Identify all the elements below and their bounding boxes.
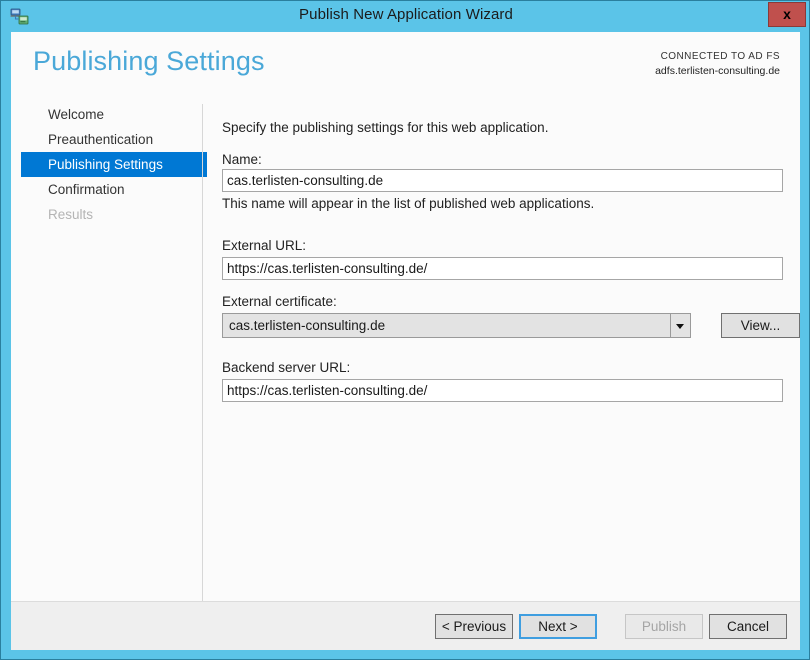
- close-button[interactable]: x: [768, 2, 806, 27]
- wizard-window: Publish New Application Wizard x Publish…: [0, 0, 810, 660]
- backend-server-url-label: Backend server URL:: [222, 360, 351, 375]
- connected-label: CONNECTED TO AD FS: [660, 51, 780, 62]
- external-url-input[interactable]: [222, 257, 783, 280]
- external-url-label: External URL:: [222, 238, 307, 253]
- external-certificate-dropdown[interactable]: cas.terlisten-consulting.de: [222, 313, 691, 338]
- instruction-text: Specify the publishing settings for this…: [222, 120, 549, 135]
- wizard-steps-sidebar: Welcome Preauthentication Publishing Set…: [11, 102, 207, 602]
- connection-info: CONNECTED TO AD FS adfs.terlisten-consul…: [655, 50, 780, 78]
- sidebar-item-preauthentication[interactable]: Preauthentication: [21, 127, 207, 152]
- sidebar-item-results: Results: [48, 207, 94, 222]
- previous-button[interactable]: < Previous: [435, 614, 513, 639]
- connected-server: adfs.terlisten-consulting.de: [655, 65, 780, 77]
- publish-button: Publish: [625, 614, 703, 639]
- next-button[interactable]: Next >: [519, 614, 597, 639]
- client-area: Publishing Settings CONNECTED TO AD FS a…: [11, 32, 800, 650]
- footer-bar: < Previous Next > Publish Cancel: [11, 602, 800, 650]
- backend-server-url-input[interactable]: [222, 379, 783, 402]
- name-input[interactable]: [222, 169, 783, 192]
- sidebar-item-welcome[interactable]: Welcome: [21, 102, 207, 127]
- wizard-header: Publishing Settings CONNECTED TO AD FS a…: [11, 32, 800, 98]
- view-certificate-button[interactable]: View...: [721, 313, 800, 338]
- external-certificate-label: External certificate:: [222, 294, 337, 309]
- name-hint: This name will appear in the list of pub…: [222, 196, 595, 211]
- sidebar-item-confirmation[interactable]: Confirmation: [21, 177, 207, 202]
- name-label: Name:: [222, 152, 262, 167]
- cancel-button[interactable]: Cancel: [709, 614, 787, 639]
- external-certificate-value: cas.terlisten-consulting.de: [229, 318, 386, 333]
- page-title: Publishing Settings: [33, 46, 265, 76]
- chevron-down-icon[interactable]: [670, 314, 690, 337]
- title-bar: Publish New Application Wizard x: [1, 1, 809, 32]
- window-title: Publish New Application Wizard: [299, 6, 513, 23]
- sidebar-divider: [202, 104, 203, 610]
- sidebar-item-publishing-settings[interactable]: Publishing Settings: [21, 152, 207, 177]
